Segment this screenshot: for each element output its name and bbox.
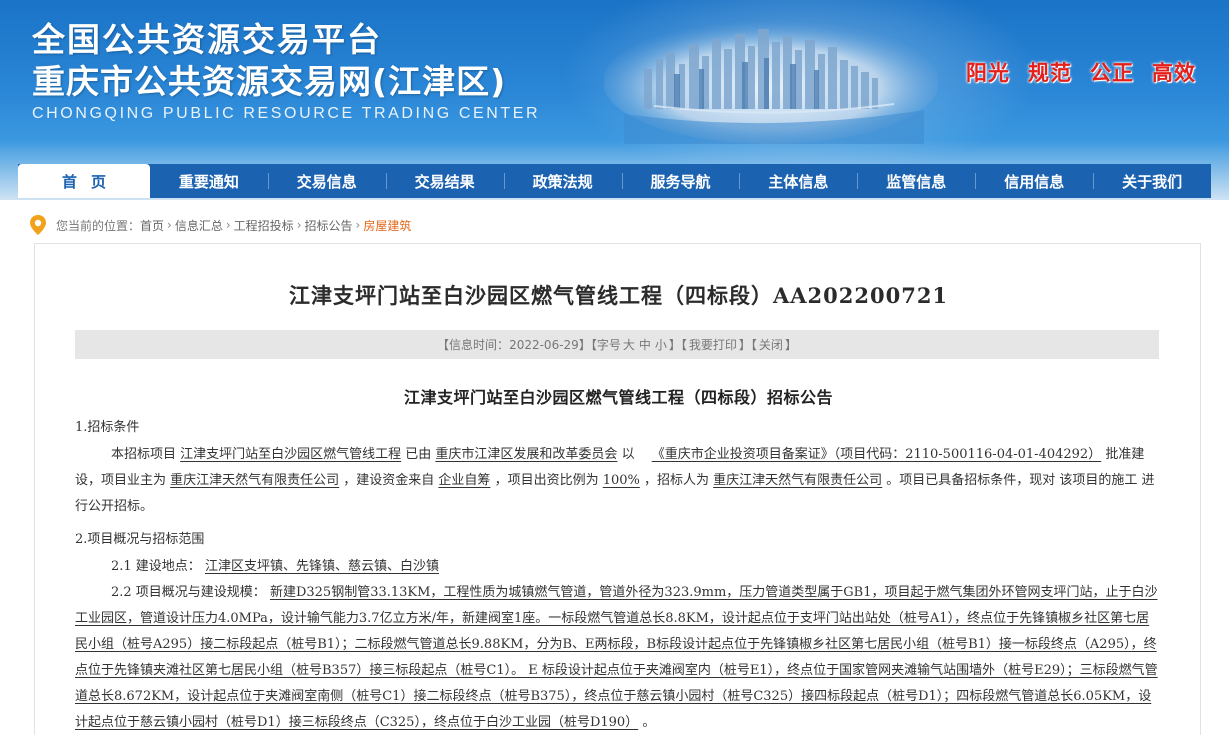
- breadcrumb-building-construction[interactable]: 房屋建筑: [363, 217, 411, 234]
- section-1-title: 1.招标条件: [75, 420, 140, 435]
- info-date: 2022-06-29: [509, 337, 579, 352]
- platform-title: 全国公共资源交易平台: [32, 20, 382, 59]
- slogan-efficient: 高效: [1152, 61, 1196, 85]
- slogans: 阳光 规范 公正 高效: [966, 59, 1196, 87]
- text: 。: [638, 715, 656, 730]
- nav-item-notices[interactable]: 重要通知: [150, 164, 268, 198]
- notice-body: 1.招标条件 本招标项目 江津支坪门站至白沙园区燃气管线工程 已由 重庆市江津区…: [75, 414, 1159, 735]
- nav-item-trade-results[interactable]: 交易结果: [385, 164, 504, 198]
- section-2-title: 2.项目概况与招标范围: [75, 532, 205, 547]
- nav-item-supervision[interactable]: 监管信息: [857, 164, 975, 198]
- nav-item-entity-info[interactable]: 主体信息: [739, 164, 857, 198]
- section-2-1: 2.1 建设地点： 江津区支坪镇、先锋镇、慈云镇、白沙镇: [75, 554, 1159, 580]
- article-title: 江津支坪门站至白沙园区燃气管线工程（四标段）AA202200721: [288, 283, 949, 308]
- nav-item-service-guide[interactable]: 服务导航: [621, 164, 740, 198]
- slogan-sunshine: 阳光: [966, 61, 1010, 85]
- nav-item-home[interactable]: 首页: [18, 164, 150, 198]
- info-bracket: 】: [784, 338, 797, 352]
- font-size-large-link[interactable]: 大: [623, 336, 635, 353]
- font-size-small-link[interactable]: 小: [655, 336, 667, 353]
- city-skyline-image: [604, 20, 938, 144]
- breadcrumb-separator: ›: [296, 218, 302, 232]
- nav-item-trade-info[interactable]: 交易信息: [267, 164, 386, 198]
- tenderer: 重庆江津天然气有限责任公司: [713, 473, 883, 488]
- funding-source: 企业自筹: [438, 473, 491, 488]
- breadcrumb: 您当前的位置： 首页 › 信息汇总 › 工程招投标 › 招标公告 › 房屋建筑: [18, 208, 1211, 242]
- site-title: 重庆市公共资源交易网(江津区): [32, 62, 507, 101]
- project-scale: 新建D325钢制管33.13KM，工程性质为城镇燃气管道，管道外径为323.9m…: [75, 585, 1158, 730]
- approval-authority: 重庆市江津区发展和改革委员会: [435, 447, 618, 462]
- label: 2.2 项目概况与建设规模：: [111, 585, 266, 600]
- breadcrumb-separator: ›: [355, 218, 361, 232]
- text: ，建设资金来自: [339, 473, 439, 488]
- breadcrumb-engineering-bidding[interactable]: 工程招投标: [234, 217, 294, 234]
- info-prefix: 【信息时间：: [437, 338, 510, 352]
- nav-item-about[interactable]: 关于我们: [1093, 164, 1211, 198]
- nav-item-policies[interactable]: 政策法规: [503, 164, 622, 198]
- notice-title: 江津支坪门站至白沙园区燃气管线工程（四标段）招标公告: [403, 388, 833, 407]
- investment-ratio: 100%: [602, 473, 640, 488]
- text: ，招标人为: [639, 473, 714, 488]
- project-name: 江津支坪门站至白沙园区燃气管线工程: [180, 447, 402, 462]
- info-bracket: 】【: [668, 338, 687, 352]
- font-size-medium-link[interactable]: 中: [639, 336, 651, 353]
- text: 以: [617, 447, 652, 462]
- breadcrumb-separator: ›: [225, 218, 231, 232]
- breadcrumb-label: 您当前的位置：: [56, 218, 141, 233]
- location-pin-icon: [30, 215, 46, 235]
- construction-location: 江津区支坪镇、先锋镇、慈云镇、白沙镇: [204, 559, 439, 574]
- main-nav: 首页 重要通知 交易信息 交易结果 政策法规 服务导航 主体信息 监管信息 信用…: [18, 164, 1211, 198]
- label: 2.1 建设地点：: [111, 559, 201, 574]
- breadcrumb-info-summary[interactable]: 信息汇总: [175, 217, 223, 234]
- info-font-size-label: 】【字号: [578, 338, 621, 352]
- info-bracket: 】【: [738, 338, 757, 352]
- breadcrumb-separator: ›: [167, 218, 172, 232]
- project-owner: 重庆江津天然气有限责任公司: [170, 473, 340, 488]
- text: 已由: [401, 447, 436, 462]
- nav-item-credit-info[interactable]: 信用信息: [975, 164, 1093, 198]
- close-link[interactable]: 关闭: [759, 336, 783, 353]
- article-info-bar: 【信息时间： 2022-06-29 】【字号 大 中 小 】【 我要打印 】【 …: [75, 330, 1159, 359]
- section-2-2: 2.2 项目概况与建设规模： 新建D325钢制管33.13KM，工程性质为城镇燃…: [75, 580, 1159, 735]
- site-title-english: CHONGQING PUBLIC RESOURCE TRADING CENTER: [32, 105, 541, 122]
- breadcrumb-tender-notice[interactable]: 招标公告: [305, 217, 353, 234]
- section-1-paragraph: 本招标项目 江津支坪门站至白沙园区燃气管线工程 已由 重庆市江津区发展和改革委员…: [75, 442, 1159, 520]
- text: 本招标项目: [111, 447, 181, 462]
- breadcrumb-home[interactable]: 首页: [140, 217, 164, 234]
- slogan-standard: 规范: [1028, 61, 1072, 85]
- slogan-fair: 公正: [1090, 61, 1134, 85]
- print-link[interactable]: 我要打印: [689, 336, 737, 353]
- text: ，项目出资比例为: [490, 473, 603, 488]
- article-container: 江津支坪门站至白沙园区燃气管线工程（四标段）AA202200721 【信息时间：…: [34, 243, 1201, 735]
- approval-document: 《重庆市企业投资项目备案证》（项目代码：2110-500116-04-01-40…: [651, 447, 1102, 462]
